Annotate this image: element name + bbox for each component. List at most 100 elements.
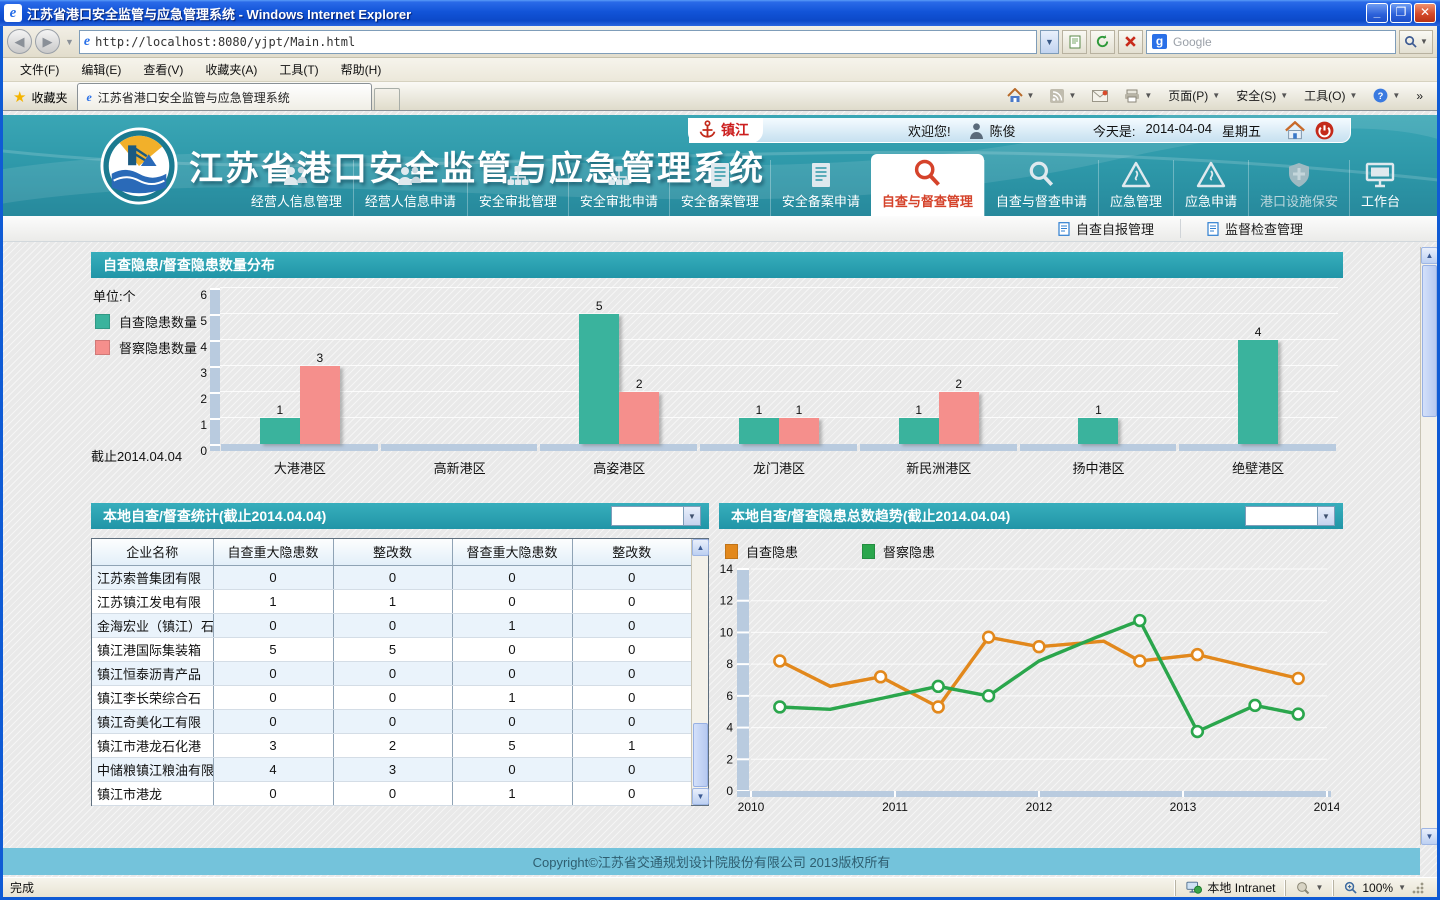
table-row[interactable]: 江苏索普集团有限0000: [92, 565, 691, 589]
city-tab: 镇江: [689, 118, 763, 143]
menu-file[interactable]: 文件(F): [9, 58, 70, 81]
menu-edit[interactable]: 编辑(E): [70, 58, 132, 81]
table-cell: 0: [452, 757, 572, 781]
table-row[interactable]: 中储粮镇江粮油有限4300: [92, 757, 691, 781]
bar: [619, 392, 659, 444]
search-go-button[interactable]: ▼: [1399, 30, 1433, 54]
feeds-button[interactable]: ▼: [1044, 84, 1082, 108]
menu-bar: 文件(F) 编辑(E) 查看(V) 收藏夹(A) 工具(T) 帮助(H): [3, 58, 1437, 82]
maximize-button[interactable]: ❐: [1390, 3, 1412, 23]
chevron-more-icon[interactable]: »: [1410, 84, 1429, 108]
submenu-supervision-check-mgmt[interactable]: 监督检查管理: [1180, 219, 1329, 238]
submenu-self-report-mgmt[interactable]: 自查自报管理: [1032, 219, 1180, 238]
back-button[interactable]: ◀: [7, 29, 32, 54]
address-input[interactable]: e http://localhost:8080/yjpt/Main.html: [79, 30, 1037, 54]
legend-swatch: [95, 314, 110, 329]
protected-mode-control[interactable]: ▼: [1285, 880, 1333, 896]
print-button[interactable]: ▼: [1118, 84, 1158, 108]
home-button[interactable]: ▼: [1001, 84, 1041, 108]
menu-help[interactable]: 帮助(H): [330, 58, 393, 81]
chevron-down-icon[interactable]: ▼: [1317, 507, 1334, 525]
history-dropdown-icon[interactable]: ▼: [65, 37, 74, 47]
help-button[interactable]: ? ▼: [1367, 84, 1406, 108]
bar-value-label: 1: [1095, 403, 1102, 417]
nav-safety-approval-apply[interactable]: 安全审批申请: [568, 160, 669, 216]
table-cell: 5: [213, 637, 333, 661]
table-row[interactable]: 镇江恒泰沥青产品0000: [92, 661, 691, 685]
favorites-star-icon: ★: [13, 88, 26, 106]
tools-menu-button[interactable]: 工具(O)▼: [1298, 84, 1363, 108]
nav-safety-record-mgmt[interactable]: 安全备案管理: [669, 160, 770, 216]
page-scrollbar[interactable]: ▲ ▼: [1420, 247, 1437, 845]
page-footer: Copyright©江苏省交通规划设计院股份有限公司 2013版权所有: [3, 848, 1420, 875]
menu-tools[interactable]: 工具(T): [268, 58, 329, 81]
table-cell: 中储粮镇江粮油有限: [92, 757, 213, 781]
scroll-down-icon[interactable]: ▼: [1421, 828, 1437, 845]
trend-filter-dropdown[interactable]: ▼: [1245, 506, 1335, 526]
scroll-up-icon[interactable]: ▲: [1421, 247, 1437, 264]
table-row[interactable]: 镇江市港龙0010: [92, 781, 691, 805]
feeds-dropdown-icon[interactable]: ▼: [1068, 91, 1076, 100]
nav-safety-record-apply[interactable]: 安全备案申请: [770, 160, 871, 216]
home-shortcut-icon[interactable]: [1285, 121, 1305, 140]
table-scrollbar[interactable]: ▲ ▼: [691, 539, 708, 805]
nav-operator-info-apply[interactable]: 经营人信息申请: [353, 160, 467, 216]
menu-view[interactable]: 查看(V): [132, 58, 194, 81]
table-row[interactable]: 镇江李长荣综合石0010: [92, 685, 691, 709]
table-row[interactable]: 镇江港国际集装箱5500: [92, 637, 691, 661]
search-dropdown-icon[interactable]: ▼: [1420, 37, 1428, 46]
rss-icon: [1050, 89, 1064, 103]
table-row[interactable]: 镇江奇美化工有限0000: [92, 709, 691, 733]
nav-operator-info-mgmt[interactable]: 经营人信息管理: [240, 160, 353, 216]
table-cell: 0: [572, 613, 691, 637]
compatibility-view-button[interactable]: [1062, 30, 1087, 54]
table-cell: 0: [213, 661, 333, 685]
active-tab[interactable]: e 江苏省港口安全监管与应急管理系统: [77, 83, 372, 110]
refresh-button[interactable]: [1090, 30, 1115, 54]
user-name[interactable]: 陈俊: [990, 121, 1016, 140]
table-row[interactable]: 江苏镇江发电有限1100: [92, 589, 691, 613]
minimize-button[interactable]: _: [1366, 3, 1388, 23]
nav-emergency-mgmt[interactable]: 应急管理: [1098, 160, 1173, 216]
bar-chart: 单位:个 自查隐患数量 督察隐患数量 截止2014.04.04 13521112…: [91, 278, 1343, 490]
zoom-control[interactable]: 100%▼: [1333, 880, 1437, 896]
favorites-button[interactable]: ★ 收藏夹: [3, 84, 77, 110]
bar-group: 12: [859, 288, 1019, 451]
home-dropdown-icon[interactable]: ▼: [1027, 91, 1035, 100]
logout-power-icon[interactable]: [1315, 121, 1334, 140]
table-cell: 0: [452, 589, 572, 613]
table-row[interactable]: 镇江市港龙石化港3251: [92, 733, 691, 757]
help-dropdown-icon[interactable]: ▼: [1392, 91, 1400, 100]
table-cell: 0: [333, 685, 452, 709]
bar: [779, 418, 819, 444]
address-dropdown-button[interactable]: ▼: [1040, 30, 1059, 54]
stop-button[interactable]: [1118, 30, 1143, 54]
table-cell: 1: [452, 781, 572, 805]
print-dropdown-icon[interactable]: ▼: [1144, 91, 1152, 100]
read-mail-button[interactable]: [1086, 84, 1114, 108]
chevron-down-icon[interactable]: ▼: [683, 507, 700, 525]
scrollbar-thumb[interactable]: [1422, 265, 1437, 417]
nav-emergency-apply[interactable]: 应急申请: [1173, 160, 1248, 216]
nav-self-inspection-mgmt[interactable]: 自查与督查管理: [871, 154, 984, 216]
menu-favorites[interactable]: 收藏夹(A): [194, 58, 268, 81]
close-button[interactable]: ✕: [1414, 3, 1436, 23]
nav-workbench[interactable]: 工作台: [1349, 160, 1411, 216]
scroll-up-icon[interactable]: ▲: [692, 539, 709, 556]
forward-button[interactable]: ▶: [35, 29, 60, 54]
resize-grip[interactable]: [1411, 881, 1425, 895]
legend-supervise-trend: 督察隐患: [862, 542, 935, 561]
stats-filter-dropdown[interactable]: ▼: [611, 506, 701, 526]
nav-port-facility-security[interactable]: 港口设施保安: [1248, 160, 1349, 216]
y-axis-tick-label: 4: [185, 340, 207, 354]
nav-safety-approval-mgmt[interactable]: 安全审批管理: [467, 160, 568, 216]
search-input[interactable]: g Google: [1146, 30, 1396, 54]
safety-menu-button[interactable]: 安全(S)▼: [1230, 84, 1294, 108]
scroll-down-icon[interactable]: ▼: [692, 788, 709, 805]
page-menu-button[interactable]: 页面(P)▼: [1162, 84, 1226, 108]
new-tab-button[interactable]: [374, 88, 400, 110]
nav-self-inspection-apply[interactable]: 自查与督查申请: [984, 160, 1098, 216]
category-label: 高新港区: [380, 458, 540, 477]
scrollbar-thumb[interactable]: [693, 723, 708, 787]
table-row[interactable]: 金海宏业（镇江）石0010: [92, 613, 691, 637]
